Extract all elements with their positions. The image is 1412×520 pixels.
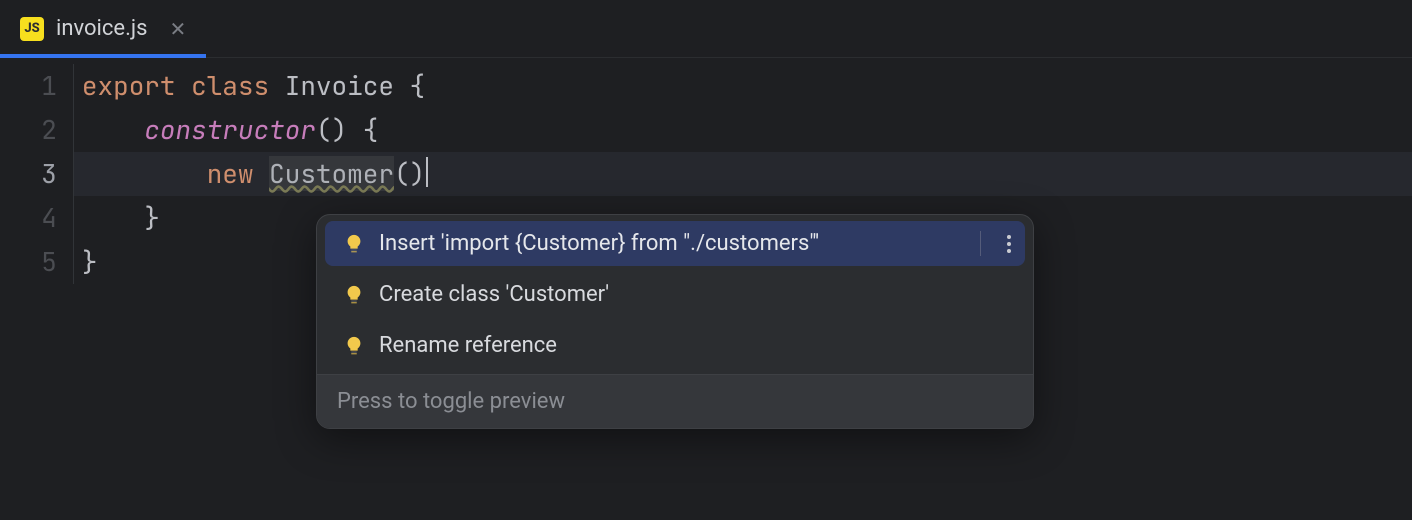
quickfix-label: Create class 'Customer' — [379, 282, 609, 307]
line-number: 3 — [0, 152, 57, 196]
lightbulb-icon — [343, 284, 365, 306]
code-line: export class Invoice { — [82, 64, 1412, 108]
quickfix-item-import[interactable]: Insert 'import {Customer} from "./custom… — [325, 221, 1025, 266]
line-number: 4 — [0, 196, 57, 240]
editor-tabbar: JS invoice.js ✕ — [0, 0, 1412, 58]
tab-invoice-js[interactable]: JS invoice.js ✕ — [0, 0, 206, 57]
quickfix-label: Insert 'import {Customer} from "./custom… — [379, 231, 819, 256]
quickfix-item-rename[interactable]: Rename reference — [325, 323, 1025, 368]
lightbulb-icon — [343, 335, 365, 357]
tab-label: invoice.js — [56, 16, 148, 41]
separator — [980, 231, 981, 256]
quickfix-item-create-class[interactable]: Create class 'Customer' — [325, 272, 1025, 317]
more-actions-icon[interactable] — [1007, 235, 1011, 253]
intention-actions-popup: Insert 'import {Customer} from "./custom… — [316, 214, 1034, 429]
line-number: 5 — [0, 240, 57, 284]
text-caret — [426, 157, 428, 187]
code-line-current: new Customer() — [74, 152, 1412, 196]
unresolved-reference[interactable]: Customer — [269, 156, 394, 191]
quickfix-label: Rename reference — [379, 333, 557, 358]
line-number: 2 — [0, 108, 57, 152]
line-number: 1 — [0, 64, 57, 108]
line-number-gutter: 1 2 3 4 5 — [0, 64, 73, 284]
lightbulb-icon — [343, 233, 365, 255]
popup-footer-hint[interactable]: Press to toggle preview — [317, 374, 1033, 428]
close-icon[interactable]: ✕ — [170, 19, 187, 39]
js-file-icon: JS — [20, 17, 44, 41]
code-line: constructor() { — [82, 108, 1412, 152]
